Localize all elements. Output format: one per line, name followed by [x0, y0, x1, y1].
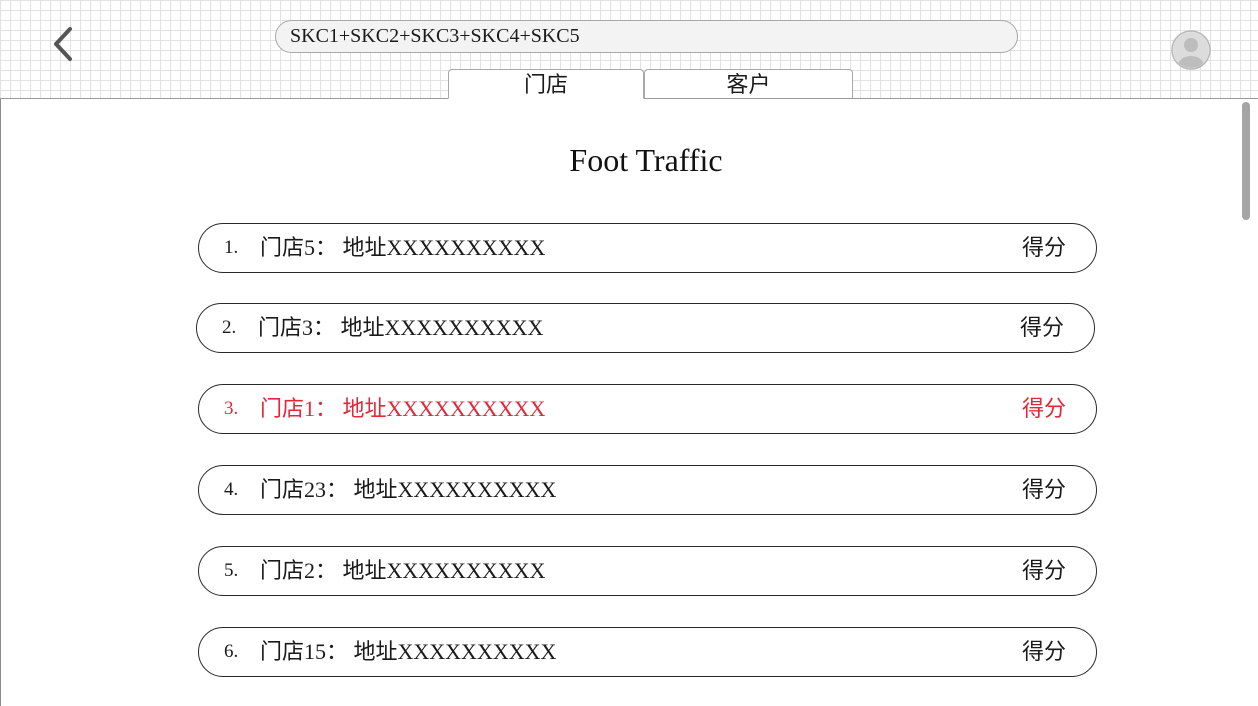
row-rank: 6.: [224, 641, 239, 662]
list-item[interactable]: 1. 门店5： 地址XXXXXXXXXX 得分: [198, 223, 1097, 273]
top-bar: 门店 客户: [0, 0, 1258, 99]
avatar[interactable]: [1171, 30, 1211, 70]
list-item[interactable]: 6. 门店15： 地址XXXXXXXXXX 得分: [198, 627, 1097, 677]
row-rank: 2.: [222, 317, 237, 338]
back-button[interactable]: [44, 22, 84, 66]
row-score: 得分: [1019, 315, 1064, 340]
row-store: 门店5： 地址XXXXXXXXXX: [260, 235, 546, 260]
row-store: 门店15： 地址XXXXXXXXXX: [260, 639, 557, 664]
user-avatar-icon: [1171, 30, 1211, 70]
row-score: 得分: [1021, 235, 1066, 260]
chevron-left-icon: [54, 27, 72, 61]
list-item[interactable]: 5. 门店2： 地址XXXXXXXXXX 得分: [198, 546, 1097, 596]
row-store: 门店3： 地址XXXXXXXXXX: [258, 315, 544, 340]
search-input[interactable]: [275, 20, 1018, 53]
row-store: 门店2： 地址XXXXXXXXXX: [260, 558, 546, 583]
list-item[interactable]: 2. 门店3： 地址XXXXXXXXXX 得分: [196, 303, 1095, 353]
row-score: 得分: [1021, 639, 1066, 664]
row-score: 得分: [1021, 477, 1066, 502]
list-item[interactable]: 3. 门店1： 地址XXXXXXXXXX 得分: [198, 384, 1097, 434]
row-store: 门店1： 地址XXXXXXXXXX: [260, 396, 546, 421]
row-score: 得分: [1021, 558, 1066, 583]
row-rank: 3.: [224, 398, 239, 419]
row-rank: 4.: [224, 479, 239, 500]
tab-customers[interactable]: 客户: [644, 69, 853, 98]
row-store: 门店23： 地址XXXXXXXXXX: [260, 477, 557, 502]
row-rank: 1.: [224, 237, 239, 258]
row-rank: 5.: [224, 560, 239, 581]
tab-stores[interactable]: 门店: [448, 69, 644, 99]
page-title: Foot Traffic: [569, 142, 723, 178]
list-item[interactable]: 4. 门店23： 地址XXXXXXXXXX 得分: [198, 465, 1097, 515]
row-score: 得分: [1021, 396, 1066, 421]
